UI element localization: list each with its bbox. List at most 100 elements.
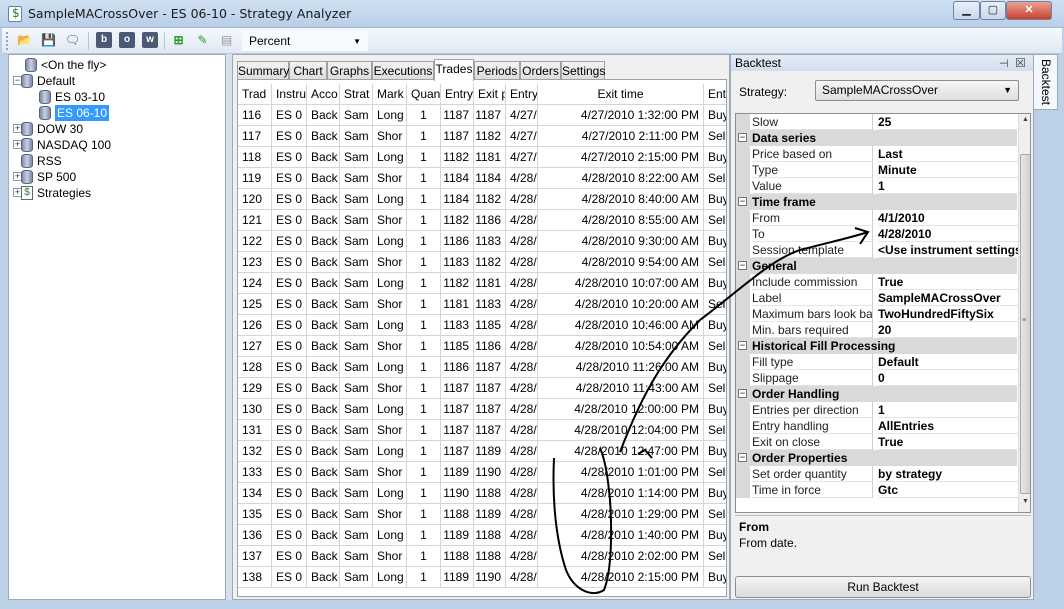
- table-cell: Back: [307, 315, 340, 336]
- property-row[interactable]: Min. bars required 20: [736, 322, 1018, 338]
- property-row[interactable]: Slow 25: [736, 114, 1018, 130]
- property-category[interactable]: − Historical Fill Processing: [736, 338, 1017, 354]
- property-row[interactable]: Exit on close True: [736, 434, 1018, 450]
- scroll-down-icon[interactable]: ▼: [1020, 498, 1030, 510]
- comment-icon[interactable]: 🗨: [64, 32, 81, 49]
- property-category[interactable]: − Data series: [736, 130, 1017, 146]
- property-value[interactable]: 0: [878, 370, 1018, 386]
- property-value[interactable]: 1: [878, 178, 1018, 194]
- property-category[interactable]: − Order Handling: [736, 386, 1017, 402]
- tree-item[interactable]: + DOW 30: [9, 121, 225, 137]
- collapse-icon[interactable]: −: [738, 453, 747, 462]
- property-value[interactable]: True: [878, 434, 1018, 450]
- column-header[interactable]: Entry: [506, 84, 538, 105]
- property-row[interactable]: Session template <Use instrument settings…: [736, 242, 1018, 258]
- collapse-icon[interactable]: −: [738, 197, 747, 206]
- table-cell: ES 0: [272, 273, 307, 294]
- tab-settings[interactable]: Settings: [561, 61, 605, 80]
- property-value[interactable]: <Use instrument settings>: [878, 242, 1018, 258]
- collapse-icon[interactable]: −: [738, 341, 747, 350]
- tab-summary[interactable]: Summary: [237, 61, 289, 80]
- property-row[interactable]: To 4/28/2010: [736, 226, 1018, 242]
- document-icon[interactable]: ▤: [218, 32, 235, 49]
- column-header[interactable]: Exit p: [474, 84, 506, 105]
- save-icon[interactable]: 💾: [40, 32, 57, 49]
- property-row[interactable]: Include commission True: [736, 274, 1018, 290]
- property-value[interactable]: Default: [878, 354, 1018, 370]
- property-row[interactable]: Type Minute: [736, 162, 1018, 178]
- edit-icon[interactable]: ✎: [194, 32, 211, 49]
- column-header[interactable]: Instru: [272, 84, 307, 105]
- property-category[interactable]: − Time frame: [736, 194, 1017, 210]
- tab-executions[interactable]: Executions: [372, 61, 434, 80]
- property-row[interactable]: Maximum bars look back TwoHundredFiftySix: [736, 306, 1018, 322]
- strategy-select[interactable]: SampleMACrossOver ▼: [815, 80, 1019, 101]
- tab-chart[interactable]: Chart: [289, 61, 327, 80]
- tree-item[interactable]: <On the fly>: [9, 57, 225, 73]
- tree-item[interactable]: ES 03-10: [9, 89, 225, 105]
- bars-b-icon[interactable]: b: [96, 32, 113, 49]
- property-value[interactable]: 1: [878, 402, 1018, 418]
- property-row[interactable]: Time in force Gtc: [736, 482, 1018, 498]
- scroll-up-icon[interactable]: ▲: [1020, 116, 1030, 128]
- scrollbar-thumb[interactable]: [1020, 154, 1030, 494]
- side-tab-backtest[interactable]: Backtest: [1034, 54, 1058, 110]
- property-value[interactable]: by strategy: [878, 466, 1018, 482]
- property-value[interactable]: True: [878, 274, 1018, 290]
- display-unit-select[interactable]: Percent ▼: [242, 31, 368, 51]
- column-header[interactable]: Strat: [340, 84, 373, 105]
- property-row[interactable]: Label SampleMACrossOver: [736, 290, 1018, 306]
- column-header[interactable]: Mark: [373, 84, 407, 105]
- property-value[interactable]: Gtc: [878, 482, 1018, 498]
- property-row[interactable]: Fill type Default: [736, 354, 1018, 370]
- tree-item[interactable]: − Default: [9, 73, 225, 89]
- tree-item[interactable]: + NASDAQ 100: [9, 137, 225, 153]
- bars-w-icon[interactable]: w: [142, 32, 159, 49]
- collapse-icon[interactable]: −: [738, 389, 747, 398]
- property-row[interactable]: Set order quantity by strategy: [736, 466, 1018, 482]
- property-row[interactable]: Value 1: [736, 178, 1018, 194]
- property-value[interactable]: TwoHundredFiftySix: [878, 306, 1018, 322]
- collapse-icon[interactable]: −: [738, 261, 747, 270]
- close-icon[interactable]: ☒: [1015, 55, 1026, 71]
- property-value[interactable]: 4/28/2010: [878, 226, 1018, 242]
- property-row[interactable]: Entry handling AllEntries: [736, 418, 1018, 434]
- pin-icon[interactable]: ⊣: [999, 56, 1009, 72]
- collapse-icon[interactable]: −: [738, 133, 747, 142]
- property-value[interactable]: AllEntries: [878, 418, 1018, 434]
- property-category[interactable]: − Order Properties: [736, 450, 1017, 466]
- maximize-button[interactable]: ▢: [980, 1, 1006, 20]
- property-value[interactable]: 25: [878, 114, 1018, 130]
- property-row[interactable]: From 4/1/2010: [736, 210, 1018, 226]
- tree-item[interactable]: + SP 500: [9, 169, 225, 185]
- property-value[interactable]: Last: [878, 146, 1018, 162]
- property-value[interactable]: 4/1/2010: [878, 210, 1018, 226]
- run-backtest-button[interactable]: Run Backtest: [735, 576, 1031, 598]
- bars-o-icon[interactable]: o: [119, 32, 136, 49]
- property-category[interactable]: − General: [736, 258, 1017, 274]
- open-folder-icon[interactable]: 📂: [16, 32, 33, 49]
- column-header[interactable]: Entry: [704, 84, 726, 105]
- property-row[interactable]: Price based on Last: [736, 146, 1018, 162]
- tree-item[interactable]: ES 06-10: [9, 105, 225, 121]
- tree-item[interactable]: + $ Strategies: [9, 185, 225, 201]
- property-value[interactable]: SampleMACrossOver: [878, 290, 1018, 306]
- tab-trades[interactable]: Trades: [434, 59, 474, 81]
- close-window-button[interactable]: ✕: [1006, 1, 1052, 20]
- column-header[interactable]: Acco: [307, 84, 340, 105]
- minimize-button[interactable]: ▁: [953, 1, 980, 20]
- property-row[interactable]: Entries per direction 1: [736, 402, 1018, 418]
- column-header[interactable]: Trad: [238, 84, 272, 105]
- tree-item[interactable]: RSS: [9, 153, 225, 169]
- tab-periods[interactable]: Periods: [474, 61, 520, 80]
- tab-graphs[interactable]: Graphs: [327, 61, 372, 80]
- tab-orders[interactable]: Orders: [520, 61, 561, 80]
- column-header[interactable]: Entry: [441, 84, 474, 105]
- property-value[interactable]: Minute: [878, 162, 1018, 178]
- property-row[interactable]: Slippage 0: [736, 370, 1018, 386]
- property-scrollbar[interactable]: ▲ ≡ ▼: [1018, 114, 1030, 512]
- property-value[interactable]: 20: [878, 322, 1018, 338]
- column-header[interactable]: Quan: [407, 84, 441, 105]
- add-icon[interactable]: ⊞: [170, 32, 187, 49]
- column-header[interactable]: Exit time: [538, 84, 704, 105]
